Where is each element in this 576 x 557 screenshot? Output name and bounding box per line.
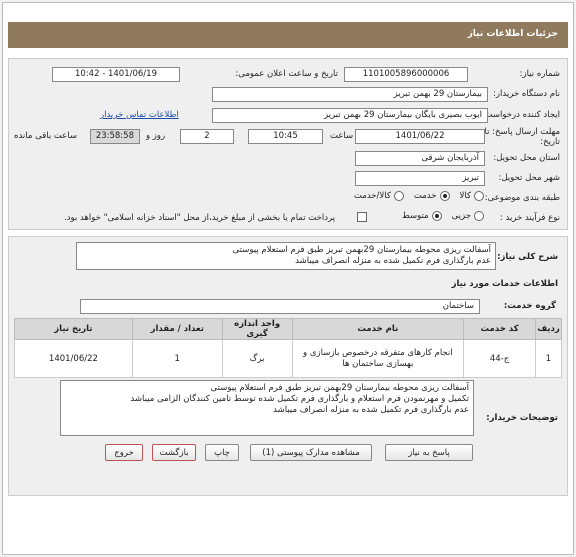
radio-selected-icon xyxy=(431,211,442,221)
category-label: طبقه بندی موضوعی: xyxy=(484,193,560,203)
buyer-org-label: نام دستگاه خریدار: xyxy=(493,89,560,99)
view-attachments-button[interactable]: مشاهده مدارک پیوستی (1) xyxy=(250,444,372,461)
request-creator-field: ایوب بصیری بایگان بیمارستان 29 بهمن تبری… xyxy=(212,108,488,123)
service-code-cell: ج-44 xyxy=(463,339,537,378)
remaining-time-field: 23:58:58 xyxy=(90,129,140,144)
back-button[interactable]: بازگشت xyxy=(152,444,196,461)
need-description-label: شرح کلی نیاز: xyxy=(497,252,558,262)
description-line: عدم بارگذاری فرم تکمیل شده به منزله انصر… xyxy=(295,256,491,266)
radio-icon xyxy=(474,211,484,221)
description-line: آسفالت ریزی محوطه بیمارستان 29بهمن تبریز… xyxy=(232,245,491,255)
services-table: ردیف کد خدمت نام خدمت واحد اندازه گیری ت… xyxy=(14,318,562,378)
row-number-cell: 1 xyxy=(535,339,562,378)
column-header: نام خدمت xyxy=(291,318,465,340)
respond-button[interactable]: پاسخ به نیاز xyxy=(385,444,473,461)
quantity-cell: 1 xyxy=(131,339,223,378)
exit-button[interactable]: خروج xyxy=(105,444,143,461)
remaining-time-label: ساعت باقی مانده xyxy=(14,131,78,141)
service-group-label: گروه خدمت: xyxy=(503,301,556,311)
category-option-goods[interactable]: کالا xyxy=(460,191,484,201)
services-section-title: اطلاعات خدمات مورد نیاز xyxy=(451,279,558,289)
table-header-row: ردیف کد خدمت نام خدمت واحد اندازه گیری ت… xyxy=(14,318,562,340)
radio-selected-icon xyxy=(439,191,450,201)
category-option-service[interactable]: خدمت xyxy=(414,191,450,201)
buyer-notes-box: آسفالت ریزی محوطه بیمارستان 29بهمن تبریز… xyxy=(60,380,474,436)
column-header: کد خدمت xyxy=(463,318,537,340)
buyer-note-line: آسفالت ریزی محوطه بیمارستان 29بهمن تبریز… xyxy=(210,383,469,393)
deadline-time-field: 10:45 xyxy=(248,129,323,144)
treasury-payment-checkbox[interactable] xyxy=(357,212,367,222)
days-remaining-field: 2 xyxy=(180,129,234,144)
page-header: جزئیات اطلاعات نیاز xyxy=(8,22,568,48)
column-header: تعداد / مقدار xyxy=(131,318,223,340)
column-header: ردیف xyxy=(535,318,562,340)
process-option-minor[interactable]: جزیی xyxy=(452,211,484,221)
need-number-label: شماره نیاز: xyxy=(519,69,560,79)
province-field: آذربایجان شرقی xyxy=(355,151,485,166)
need-number-field: 1101005896000006 xyxy=(344,67,468,82)
announce-datetime-field: 1401/06/19 - 10:42 xyxy=(52,67,180,82)
print-button[interactable]: چاپ xyxy=(205,444,239,461)
column-header: واحد اندازه گیری xyxy=(221,318,293,340)
category-option-goods-service[interactable]: کالا/خدمت xyxy=(354,191,404,201)
column-header: تاریخ نیاز xyxy=(14,318,133,340)
need-date-cell: 1401/06/22 xyxy=(14,339,133,378)
service-group-field: ساختمان xyxy=(80,299,480,314)
buyer-note-line: تکمیل و مهرنمودن فرم استعلام و بارگذاری … xyxy=(130,394,469,404)
province-label: استان محل تحویل: xyxy=(493,153,560,163)
city-label: شهر محل تحویل: xyxy=(498,173,560,183)
service-name-cell: انجام کارهای متفرقه درخصوص بازسازی و بهس… xyxy=(291,339,465,378)
unit-cell: برگ xyxy=(221,339,293,378)
process-option-medium[interactable]: متوسط xyxy=(402,211,442,221)
process-type-label: نوع فرآیند خرید : xyxy=(499,213,560,223)
table-row: 1 ج-44 انجام کارهای متفرقه درخصوص بازساز… xyxy=(14,339,562,378)
deadline-time-label: ساعت xyxy=(330,131,354,141)
days-label: روز و xyxy=(146,131,166,141)
buyer-note-line: عدم بارگذاری فرم تکمیل شده به منزله انصر… xyxy=(273,405,469,415)
request-creator-label: ایجاد کننده درخواست: xyxy=(481,110,560,120)
process-radio-group: جزیی متوسط xyxy=(402,211,484,221)
page-title: جزئیات اطلاعات نیاز xyxy=(467,29,558,39)
deadline-date-field: 1401/06/22 xyxy=(355,129,485,144)
need-description-box: آسفالت ریزی محوطه بیمارستان 29بهمن تبریز… xyxy=(76,242,496,270)
radio-icon xyxy=(393,191,404,201)
radio-icon xyxy=(474,191,484,201)
category-radio-group: کالا خدمت کالا/خدمت xyxy=(354,191,484,201)
deadline-label: مهلت ارسال پاسخ: تا تاریخ: xyxy=(484,127,560,147)
treasury-payment-text: پرداخت تمام یا بخشی از مبلغ خرید،از محل … xyxy=(64,213,336,223)
buyer-org-field: بیمارستان 29 بهمن تبریز xyxy=(212,87,488,102)
buyer-notes-label: توضیحات خریدار: xyxy=(486,413,558,423)
city-field: تبریز xyxy=(355,171,485,186)
announce-datetime-label: تاریخ و ساعت اعلان عمومی: xyxy=(235,69,338,79)
buyer-contact-link[interactable]: اطلاعات تماس خریدار xyxy=(100,110,179,120)
